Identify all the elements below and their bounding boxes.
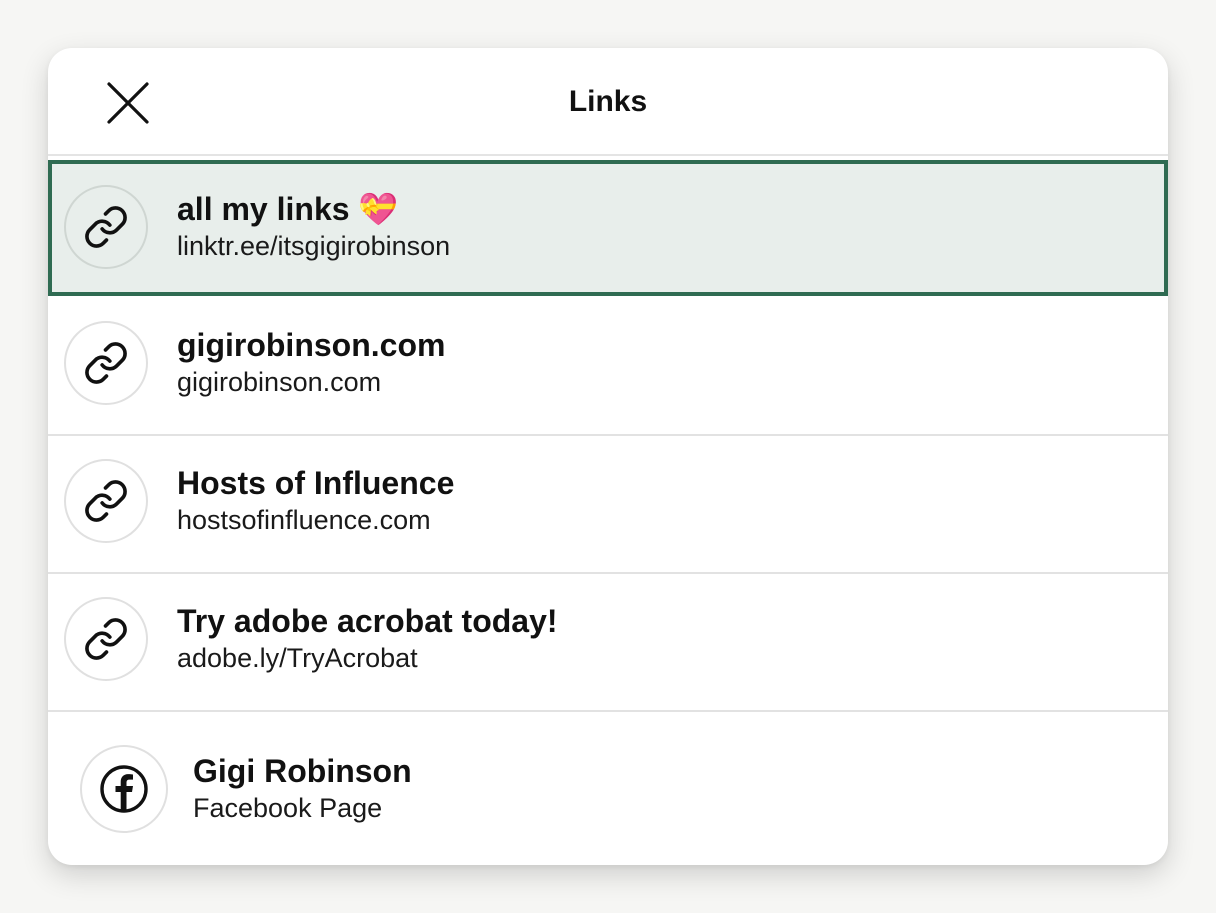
link-title: gigirobinson.com [177, 327, 446, 363]
link-title-text: all my links [177, 191, 350, 227]
link-item-all-my-links[interactable]: all my links 💝 linktr.ee/itsgigirobinson [48, 160, 1168, 296]
link-url: linktr.ee/itsgigirobinson [177, 231, 451, 261]
link-title: Gigi Robinson [193, 753, 412, 789]
link-url: adobe.ly/TryAcrobat [177, 643, 418, 673]
heart-ribbon-emoji: 💝 [358, 191, 399, 227]
link-text: Try adobe acrobat today! adobe.ly/TryAcr… [177, 602, 558, 676]
link-icon [85, 342, 127, 384]
link-text: Hosts of Influence hostsofinfluence.com [177, 464, 454, 538]
link-subtitle: Facebook Page [193, 793, 383, 823]
facebook-icon [100, 765, 148, 813]
link-text: all my links 💝 linktr.ee/itsgigirobinson [177, 190, 450, 264]
link-item-hosts-of-influence[interactable]: Hosts of Influence hostsofinfluence.com [48, 436, 1168, 574]
link-icon-container [64, 459, 148, 543]
link-title: all my links 💝 [177, 190, 450, 228]
links-dialog: Links all my links 💝 linktr.ee/itsgigiro… [48, 48, 1168, 865]
link-title: Hosts of Influence [177, 465, 455, 501]
link-url: gigirobinson.com [177, 367, 382, 397]
link-item-gigirobinson[interactable]: gigirobinson.com gigirobinson.com [48, 298, 1168, 436]
link-icon-container [64, 185, 148, 269]
links-list: all my links 💝 linktr.ee/itsgigirobinson… [48, 160, 1168, 850]
link-title: Try adobe acrobat today! [177, 603, 558, 639]
link-text: gigirobinson.com gigirobinson.com [177, 326, 445, 400]
dialog-header: Links [48, 48, 1168, 156]
link-item-facebook[interactable]: Gigi Robinson Facebook Page [48, 712, 1168, 850]
link-icon-container [64, 321, 148, 405]
link-url: hostsofinfluence.com [177, 505, 431, 535]
facebook-icon-container [80, 745, 168, 833]
link-icon [85, 480, 127, 522]
link-icon [85, 618, 127, 660]
link-item-adobe-acrobat[interactable]: Try adobe acrobat today! adobe.ly/TryAcr… [48, 574, 1168, 712]
dialog-title: Links [568, 85, 648, 118]
link-text: Gigi Robinson Facebook Page [193, 752, 412, 826]
link-icon-container [64, 597, 148, 681]
link-icon [85, 206, 127, 248]
